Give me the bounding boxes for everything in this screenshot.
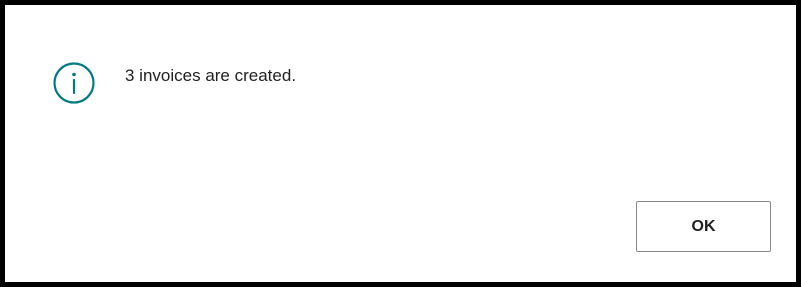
info-icon xyxy=(52,61,96,105)
message-dialog: 3 invoices are created. OK xyxy=(0,0,801,287)
ok-button[interactable]: OK xyxy=(636,201,771,252)
dialog-message: 3 invoices are created. xyxy=(125,66,297,85)
